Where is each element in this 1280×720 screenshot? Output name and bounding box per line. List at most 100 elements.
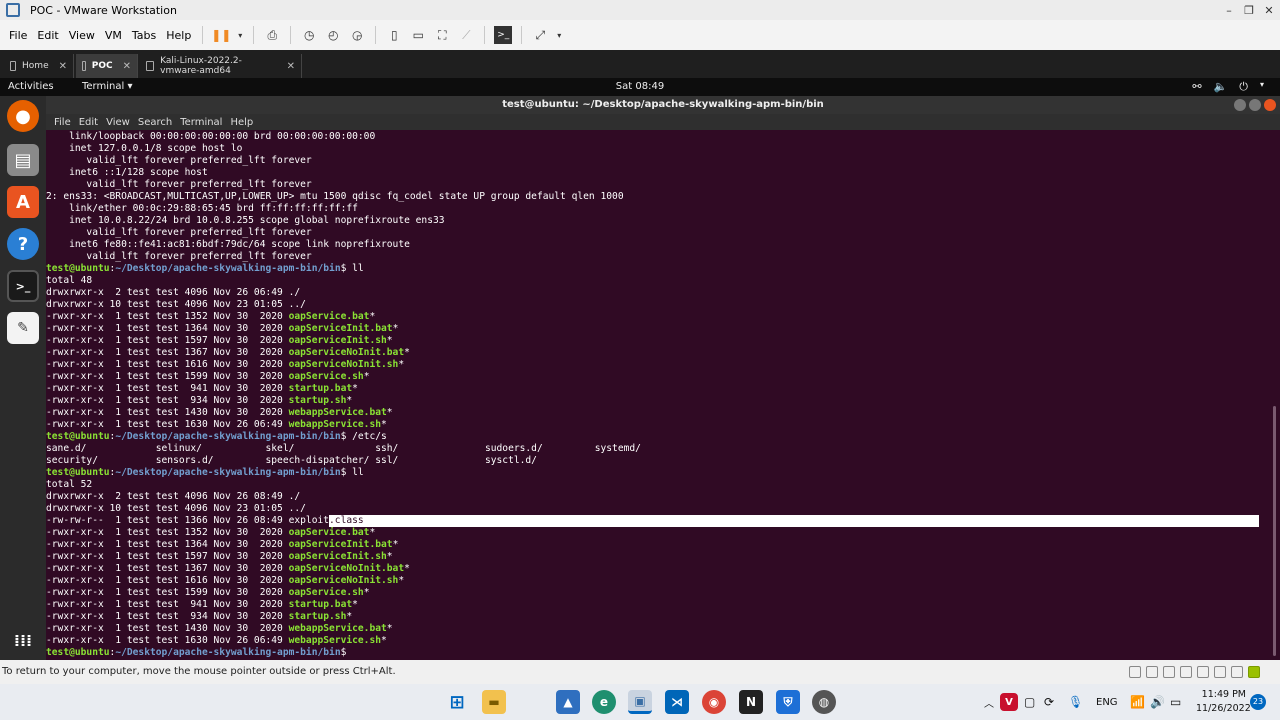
menu-vm[interactable]: VM xyxy=(100,29,127,42)
terminal-line: inet6 fe80::fe41:ac81:6bdf:79dc/64 scope… xyxy=(46,239,1268,251)
stretch-dropdown-icon[interactable]: ▾ xyxy=(555,26,563,44)
show-apps-icon[interactable]: ⁞⁞⁞ xyxy=(7,624,39,656)
help-icon[interactable]: ? xyxy=(7,228,39,260)
firefox-icon[interactable]: ● xyxy=(7,100,39,132)
file-meta: -rwxr-xr-x 1 test test 1367 Nov 30 2020 xyxy=(46,563,289,574)
tab-kali[interactable]: Kali-Linux-2022.2-vmware-amd64 ✕ xyxy=(140,54,302,78)
vscode-icon[interactable]: ⋊ xyxy=(665,690,689,714)
output-text: sane.d/ selinux/ skel/ ssh/ sudoers.d/ s… xyxy=(46,443,641,454)
console-icon[interactable]: >_ xyxy=(494,26,513,44)
terminal-menu-view[interactable]: View xyxy=(102,117,134,128)
close-tab-icon[interactable]: ✕ xyxy=(123,61,131,72)
network-icon[interactable]: ⚯ xyxy=(1192,80,1201,94)
obs-icon[interactable]: ◍ xyxy=(812,690,836,714)
terminal-scrollbar[interactable] xyxy=(1273,134,1277,656)
menu-help[interactable]: Help xyxy=(161,29,196,42)
terminal-output[interactable]: link/loopback 00:00:00:00:00:00 brd 00:0… xyxy=(46,130,1280,660)
output-text: inet 127.0.0.1/8 scope host lo xyxy=(46,143,243,154)
terminal-menu-file[interactable]: File xyxy=(50,117,75,128)
terminal-line: link/loopback 00:00:00:00:00:00 brd 00:0… xyxy=(46,131,1268,143)
file-explorer-icon[interactable]: ▬ xyxy=(482,690,506,714)
terminal-menu-search[interactable]: Search xyxy=(134,117,176,128)
notification-badge[interactable]: 23 xyxy=(1250,694,1266,710)
minimize-icon[interactable]: – xyxy=(1218,0,1240,20)
executable-name: oapServiceNoInit.bat xyxy=(288,563,405,574)
vmware-tab-strip: Home ✕ POC ✕ Kali-Linux-2022.2-vmware-am… xyxy=(0,50,1280,78)
vmware-menubar: File Edit View VM Tabs Help ❚❚ ▾ ⎙ ◷ ◴ ◶… xyxy=(0,20,1280,50)
network-adapter-icon[interactable] xyxy=(1163,666,1175,678)
usb-icon[interactable] xyxy=(1180,666,1192,678)
prompt-user: test@ubuntu xyxy=(46,647,110,658)
close-icon[interactable] xyxy=(1264,99,1276,111)
terminal-icon[interactable]: >_ xyxy=(7,270,39,302)
display-icon[interactable] xyxy=(1231,666,1243,678)
taskbar-clock[interactable]: 11:49 PM 11/26/2022 xyxy=(1196,688,1251,716)
fullscreen-icon[interactable]: ⛶ xyxy=(433,26,451,44)
files-icon[interactable]: ▤ xyxy=(7,144,39,176)
terminal-menu-edit[interactable]: Edit xyxy=(75,117,102,128)
terminal-menu-help[interactable]: Help xyxy=(226,117,257,128)
microphone-icon[interactable]: 🎙 xyxy=(1068,684,1083,720)
speaker-icon[interactable]: 🔊 xyxy=(1150,684,1165,720)
defender-icon[interactable]: ⛨ xyxy=(776,690,800,714)
vmware-title-bar: POC - VMware Workstation – ❐ ✕ xyxy=(0,0,1280,20)
language-indicator[interactable]: ENG xyxy=(1096,684,1118,720)
printer-icon[interactable] xyxy=(1214,666,1226,678)
message-icon[interactable] xyxy=(1248,666,1260,678)
vm-icon xyxy=(146,61,155,71)
menu-edit[interactable]: Edit xyxy=(32,29,63,42)
tray-v-icon[interactable]: V xyxy=(1000,693,1018,711)
maximize-icon[interactable] xyxy=(1249,99,1261,111)
menu-file[interactable]: File xyxy=(4,29,32,42)
snapshot-icon[interactable]: ◷ xyxy=(300,26,318,44)
tray-sync-icon[interactable]: ⟳ xyxy=(1044,684,1054,720)
chrome-icon[interactable]: ◉ xyxy=(702,690,726,714)
tray-overflow-icon[interactable]: ︿ xyxy=(984,684,994,720)
power-icon[interactable]: ⏻ xyxy=(1239,80,1248,94)
executable-suffix: * xyxy=(386,407,393,418)
minimize-icon[interactable] xyxy=(1234,99,1246,111)
thumbnail-icon[interactable]: ▭ xyxy=(409,26,427,44)
terminal-line: valid_lft forever preferred_lft forever xyxy=(46,227,1268,239)
photos-icon[interactable]: ▲ xyxy=(556,690,580,714)
file-meta: -rwxr-xr-x 1 test test 1599 Nov 30 2020 xyxy=(46,371,289,382)
file-meta: -rwxr-xr-x 1 test test 1599 Nov 30 2020 xyxy=(46,587,289,598)
send-keys-icon[interactable]: ⎙ xyxy=(263,26,281,44)
pause-icon[interactable]: ❚❚ xyxy=(211,26,231,44)
scrollbar-thumb[interactable] xyxy=(1273,406,1276,656)
dropdown-icon[interactable]: ▾ xyxy=(236,26,244,44)
battery-icon[interactable]: ▭ xyxy=(1170,684,1181,720)
hdd-icon[interactable] xyxy=(1129,666,1141,678)
cdrom-icon[interactable] xyxy=(1146,666,1158,678)
executable-name: oapServiceInit.bat xyxy=(288,539,393,550)
revert-snapshot-icon[interactable]: ◴ xyxy=(324,26,342,44)
terminal-menu-terminal[interactable]: Terminal xyxy=(176,117,226,128)
menu-view[interactable]: View xyxy=(64,29,100,42)
file-meta: -rwxr-xr-x 1 test test 1352 Nov 30 2020 xyxy=(46,311,289,322)
close-tab-icon[interactable]: ✕ xyxy=(287,61,295,72)
chevron-down-icon[interactable]: ▾ xyxy=(1260,80,1264,94)
vmware-taskbar-icon[interactable]: ▣ xyxy=(628,690,652,714)
sound-icon[interactable] xyxy=(1197,666,1209,678)
restore-icon[interactable]: ❐ xyxy=(1238,0,1260,20)
snapshot-manager-icon[interactable]: ◶ xyxy=(348,26,366,44)
executable-name: oapServiceNoInit.sh xyxy=(288,359,399,370)
notion-icon[interactable]: N xyxy=(739,690,763,714)
tab-poc[interactable]: POC ✕ xyxy=(76,54,138,78)
close-icon[interactable]: ✕ xyxy=(1258,0,1280,20)
unity-icon[interactable]: ⟋ xyxy=(457,26,475,44)
text-editor-icon[interactable]: ✎ xyxy=(7,312,39,344)
tray-vmware-icon[interactable]: ▢ xyxy=(1024,684,1035,720)
windows-start-icon[interactable]: ⊞ xyxy=(445,690,469,714)
file-meta: drwxrwxr-x 2 test test 4096 Nov 26 06:49 xyxy=(46,287,289,298)
volume-icon[interactable]: 🔈 xyxy=(1214,80,1228,94)
clock[interactable]: Sat 08:49 xyxy=(0,81,1280,92)
wifi-icon[interactable]: 📶 xyxy=(1130,684,1145,720)
software-icon[interactable]: A xyxy=(7,186,39,218)
edge-icon[interactable]: e xyxy=(592,690,616,714)
close-tab-icon[interactable]: ✕ xyxy=(59,61,67,72)
tab-home[interactable]: Home ✕ xyxy=(4,54,74,78)
stretch-icon[interactable]: ⤢ xyxy=(531,26,549,44)
menu-tabs[interactable]: Tabs xyxy=(127,29,161,42)
sidebar-toggle-icon[interactable]: ▯ xyxy=(385,26,403,44)
